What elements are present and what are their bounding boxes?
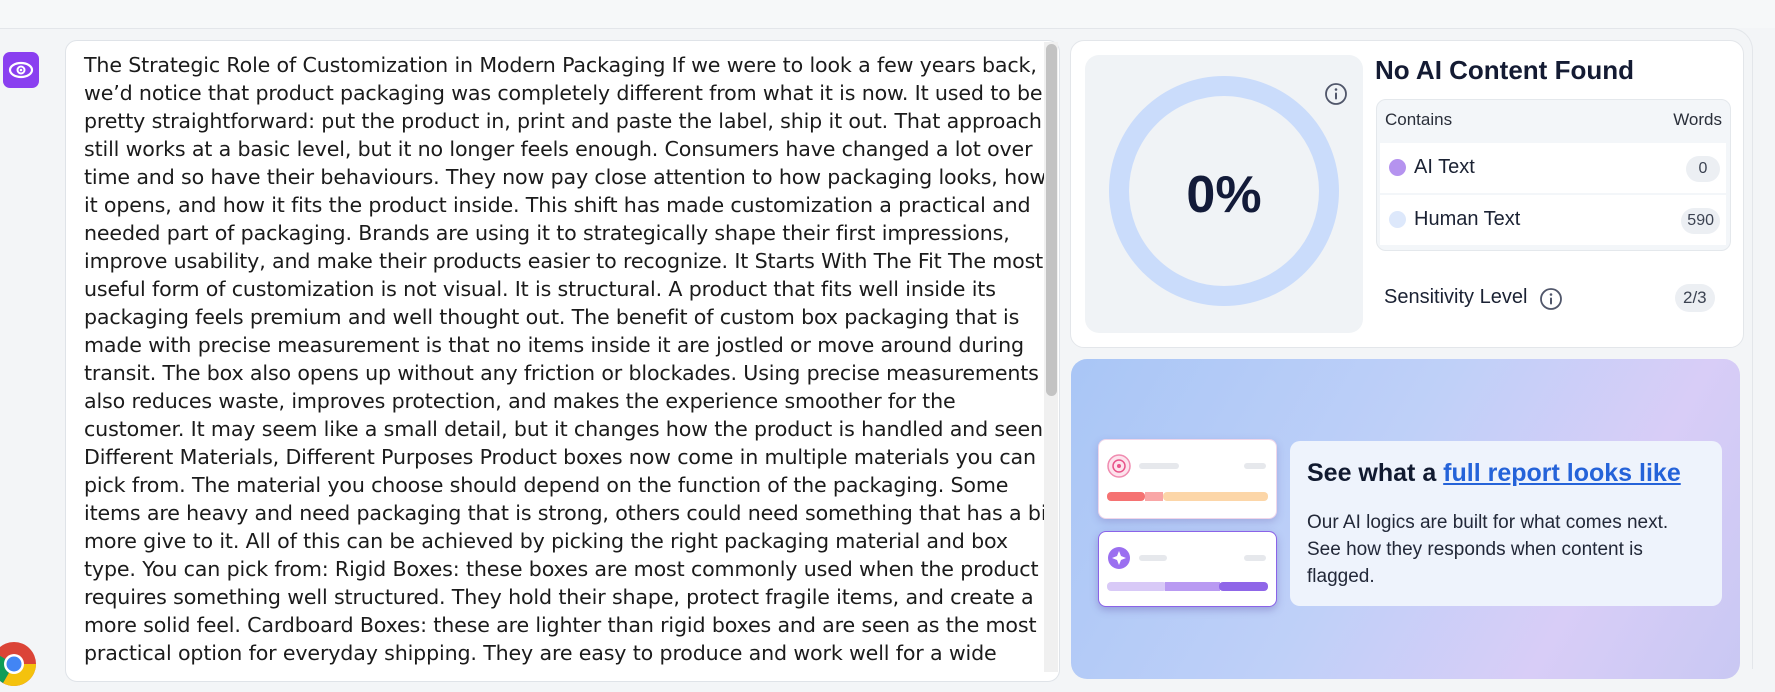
ai-detector-logo-icon[interactable] (3, 52, 39, 88)
promo-title-prefix: See what a (1307, 459, 1444, 487)
text-scrollbar-thumb[interactable] (1046, 44, 1057, 396)
row-label: Human Text (1414, 208, 1521, 230)
row-label: AI Text (1414, 156, 1475, 178)
input-text-area[interactable]: The Strategic Role of Customization in M… (65, 40, 1060, 682)
text-line: useful form of customization is not visu… (84, 277, 996, 301)
text-line: still works at a basic level, but it no … (84, 137, 1033, 161)
word-count-badge: 590 (1681, 208, 1720, 234)
full-report-link[interactable]: full report looks like (1443, 459, 1681, 487)
text-line: Different Materials, Different Purposes … (84, 445, 1036, 469)
top-bar (0, 0, 1775, 28)
word-count-badge: 0 (1686, 156, 1720, 182)
promo-title: See what a full report looks like (1307, 459, 1681, 488)
ai-score-gauge: 0% (1085, 55, 1363, 333)
sensitivity-label: Sensitivity Level (1384, 286, 1528, 308)
text-line: needed part of packaging. Brands are usi… (84, 221, 1010, 245)
text-line: more give to it. All of this can be achi… (84, 529, 1008, 553)
promo-description: Our AI logics are built for what comes n… (1307, 512, 1669, 587)
result-card: 0% No AI Content Found Contains Words AI… (1070, 40, 1744, 348)
text-line: also reduces waste, improves protection,… (84, 389, 956, 413)
report-preview-card (1098, 439, 1277, 519)
text-line: time and so have their behaviours. They … (84, 165, 1047, 189)
chrome-icon[interactable] (0, 640, 38, 688)
full-report-promo: See what a full report looks like Our AI… (1071, 359, 1740, 679)
table-row: Human Text 590 (1380, 195, 1726, 245)
text-line: pick from. The material you choose shoul… (84, 473, 1009, 497)
text-line: more solid feel. Cardboard Boxes: these … (84, 613, 1037, 637)
text-line: made with precise measurement is that no… (84, 333, 1024, 357)
text-line: transit. The box also opens up without a… (84, 361, 1039, 385)
text-line: it opens, and how it fits the product in… (84, 193, 1031, 217)
text-line: items are heavy and need packaging that … (84, 501, 1055, 525)
breakdown-table: Contains Words AI Text 0 Human Text 590 (1376, 99, 1731, 251)
text-line: The Strategic Role of Customization in M… (84, 53, 1037, 77)
info-icon[interactable] (1539, 287, 1563, 315)
column-header-words: Words (1673, 110, 1722, 129)
report-preview-card (1098, 531, 1277, 607)
sensitivity-value-badge[interactable]: 2/3 (1675, 284, 1715, 312)
input-text[interactable]: The Strategic Role of Customization in M… (84, 51, 1059, 667)
ai-score-percent: 0% (1186, 166, 1262, 224)
text-line: type. You can pick from: Rigid Boxes: th… (84, 557, 1039, 581)
text-line: we’d notice that product packaging was c… (84, 81, 1043, 105)
result-title: No AI Content Found (1375, 55, 1634, 85)
text-line: pretty straightforward: put the product … (84, 109, 1042, 133)
ai-text-dot (1389, 159, 1406, 176)
text-line: customer. It may seem like a small detai… (84, 417, 1050, 441)
text-line: packaging feels premium and well thought… (84, 305, 1020, 329)
column-header-contains: Contains (1385, 110, 1453, 129)
text-line: requires something well structured. They… (84, 585, 1034, 609)
human-text-dot (1389, 211, 1406, 228)
info-icon[interactable] (1324, 82, 1348, 110)
text-line: practical option for everyday shipping. … (84, 641, 997, 665)
table-row: AI Text 0 (1380, 143, 1726, 193)
text-line: improve usability, and make their produc… (84, 249, 1044, 273)
promo-content: See what a full report looks like Our AI… (1290, 441, 1722, 606)
